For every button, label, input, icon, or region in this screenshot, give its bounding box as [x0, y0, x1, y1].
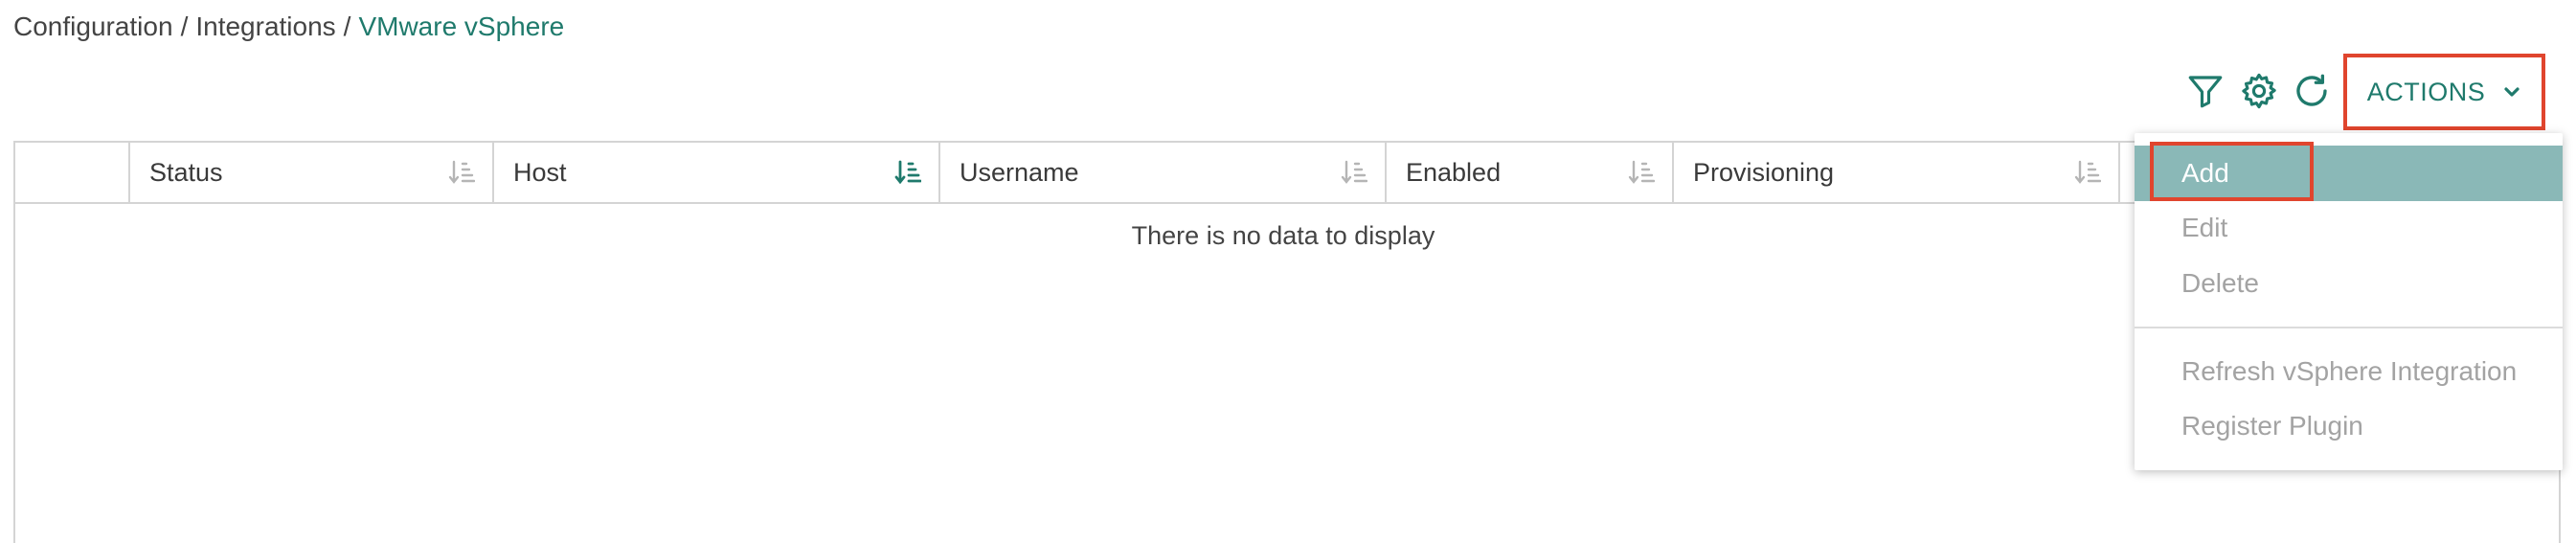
column-label-enabled: Enabled	[1406, 157, 1502, 187]
column-label-status: Status	[149, 157, 223, 187]
column-label-username: Username	[960, 157, 1079, 187]
breadcrumb-separator: /	[343, 11, 351, 41]
column-header-select	[15, 143, 130, 202]
sort-icon[interactable]	[1341, 158, 1367, 187]
menu-item-delete[interactable]: Delete	[2135, 256, 2563, 311]
sort-icon[interactable]	[1628, 158, 1655, 187]
column-header-username[interactable]: Username	[940, 143, 1387, 202]
breadcrumb-configuration[interactable]: Configuration	[13, 11, 173, 41]
column-header-status[interactable]: Status	[130, 143, 494, 202]
menu-item-edit[interactable]: Edit	[2135, 200, 2563, 256]
sort-active-icon[interactable]	[894, 158, 921, 187]
menu-item-label: Refresh vSphere Integration	[2181, 356, 2518, 386]
sort-icon[interactable]	[2074, 158, 2101, 187]
actions-button-label: ACTIONS	[2366, 77, 2486, 106]
column-header-provisioning[interactable]: Provisioning	[1674, 143, 2120, 202]
menu-divider	[2135, 327, 2563, 328]
filter-icon[interactable]	[2185, 71, 2226, 111]
breadcrumb-integrations[interactable]: Integrations	[195, 11, 335, 41]
column-header-enabled[interactable]: Enabled	[1387, 143, 1674, 202]
menu-item-label: Register Plugin	[2181, 411, 2363, 441]
menu-item-register-plugin[interactable]: Register Plugin	[2135, 398, 2563, 454]
settings-gear-icon[interactable]	[2239, 71, 2279, 111]
column-label-provisioning: Provisioning	[1693, 157, 1835, 187]
breadcrumb-separator: /	[180, 11, 189, 41]
actions-button[interactable]: ACTIONS	[2343, 54, 2545, 130]
menu-item-label: Edit	[2181, 213, 2228, 242]
actions-dropdown-menu: Add Edit Delete Refresh vSphere Integrat…	[2135, 133, 2563, 470]
add-highlight-box	[2150, 142, 2314, 201]
column-header-host[interactable]: Host	[494, 143, 940, 202]
breadcrumb: Configuration / Integrations / VMware vSpher…	[13, 11, 564, 42]
menu-item-refresh-vsphere[interactable]: Refresh vSphere Integration	[2135, 344, 2563, 399]
refresh-icon[interactable]	[2292, 71, 2332, 111]
sort-icon[interactable]	[448, 158, 475, 187]
column-label-host: Host	[513, 157, 567, 187]
chevron-down-icon	[2504, 87, 2520, 97]
menu-item-label: Delete	[2181, 268, 2259, 298]
breadcrumb-current: VMware vSphere	[358, 11, 565, 41]
